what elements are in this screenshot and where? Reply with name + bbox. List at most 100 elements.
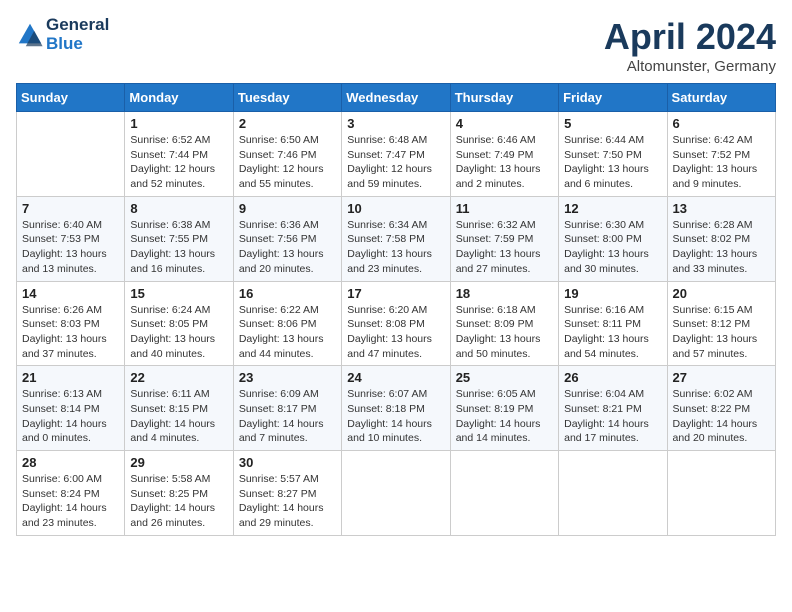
cell-info: Sunrise: 6:32 AM Sunset: 7:59 PM Dayligh… bbox=[456, 218, 553, 277]
day-number: 7 bbox=[22, 201, 119, 216]
cell-info: Sunrise: 6:18 AM Sunset: 8:09 PM Dayligh… bbox=[456, 303, 553, 362]
calendar-cell: 1Sunrise: 6:52 AM Sunset: 7:44 PM Daylig… bbox=[125, 112, 233, 197]
day-number: 29 bbox=[130, 455, 227, 470]
weekday-header-row: SundayMondayTuesdayWednesdayThursdayFrid… bbox=[17, 84, 776, 112]
cell-info: Sunrise: 6:34 AM Sunset: 7:58 PM Dayligh… bbox=[347, 218, 444, 277]
day-number: 9 bbox=[239, 201, 336, 216]
cell-info: Sunrise: 6:15 AM Sunset: 8:12 PM Dayligh… bbox=[673, 303, 770, 362]
cell-info: Sunrise: 6:30 AM Sunset: 8:00 PM Dayligh… bbox=[564, 218, 661, 277]
cell-info: Sunrise: 6:24 AM Sunset: 8:05 PM Dayligh… bbox=[130, 303, 227, 362]
logo: General Blue bbox=[16, 16, 109, 53]
day-number: 26 bbox=[564, 370, 661, 385]
day-number: 10 bbox=[347, 201, 444, 216]
cell-info: Sunrise: 5:58 AM Sunset: 8:25 PM Dayligh… bbox=[130, 472, 227, 531]
calendar-cell bbox=[667, 451, 775, 536]
day-number: 28 bbox=[22, 455, 119, 470]
day-number: 12 bbox=[564, 201, 661, 216]
day-number: 16 bbox=[239, 286, 336, 301]
cell-info: Sunrise: 6:48 AM Sunset: 7:47 PM Dayligh… bbox=[347, 133, 444, 192]
calendar-cell: 9 Sunrise: 6:36 AM Sunset: 7:56 PM Daylig… bbox=[233, 196, 341, 281]
day-number: 11 bbox=[456, 201, 553, 216]
cell-info: Sunrise: 6:05 AM Sunset: 8:19 PM Dayligh… bbox=[456, 387, 553, 446]
weekday-header-tuesday: Tuesday bbox=[233, 84, 341, 112]
calendar-cell: 22 Sunrise: 6:11 AM Sunset: 8:15 PM Dayli… bbox=[125, 366, 233, 451]
month-title: April 2024 bbox=[604, 16, 776, 58]
calendar-cell bbox=[342, 451, 450, 536]
day-number: 17 bbox=[347, 286, 444, 301]
cell-info: Sunrise: 6:26 AM Sunset: 8:03 PM Dayligh… bbox=[22, 303, 119, 362]
calendar-cell bbox=[17, 112, 125, 197]
day-number: 18 bbox=[456, 286, 553, 301]
cell-info: Sunrise: 6:11 AM Sunset: 8:15 PM Dayligh… bbox=[130, 387, 227, 446]
calendar-cell: 12 Sunrise: 6:30 AM Sunset: 8:00 PM Dayli… bbox=[559, 196, 667, 281]
calendar-cell: 27 Sunrise: 6:02 AM Sunset: 8:22 PM Dayli… bbox=[667, 366, 775, 451]
calendar-cell: 18 Sunrise: 6:18 AM Sunset: 8:09 PM Dayli… bbox=[450, 281, 558, 366]
day-number: 30 bbox=[239, 455, 336, 470]
cell-info: Sunrise: 6:40 AM Sunset: 7:53 PM Dayligh… bbox=[22, 218, 119, 277]
day-number: 2 bbox=[239, 116, 336, 131]
calendar-cell: 16 Sunrise: 6:22 AM Sunset: 8:06 PM Dayli… bbox=[233, 281, 341, 366]
calendar-cell: 3 Sunrise: 6:48 AM Sunset: 7:47 PM Daylig… bbox=[342, 112, 450, 197]
day-number: 23 bbox=[239, 370, 336, 385]
weekday-header-thursday: Thursday bbox=[450, 84, 558, 112]
weekday-header-wednesday: Wednesday bbox=[342, 84, 450, 112]
calendar-cell: 10 Sunrise: 6:34 AM Sunset: 7:58 PM Dayli… bbox=[342, 196, 450, 281]
cell-info: Sunrise: 6:44 AM Sunset: 7:50 PM Dayligh… bbox=[564, 133, 661, 192]
logo-text: General Blue bbox=[46, 16, 109, 53]
title-area: April 2024 Altomunster, Germany bbox=[604, 16, 776, 75]
calendar-cell: 6 Sunrise: 6:42 AM Sunset: 7:52 PM Daylig… bbox=[667, 112, 775, 197]
calendar-cell: 26 Sunrise: 6:04 AM Sunset: 8:21 PM Dayli… bbox=[559, 366, 667, 451]
weekday-header-saturday: Saturday bbox=[667, 84, 775, 112]
cell-info: Sunrise: 6:36 AM Sunset: 7:56 PM Dayligh… bbox=[239, 218, 336, 277]
calendar-cell: 13 Sunrise: 6:28 AM Sunset: 8:02 PM Dayli… bbox=[667, 196, 775, 281]
cell-info: Sunrise: 6:04 AM Sunset: 8:21 PM Dayligh… bbox=[564, 387, 661, 446]
weekday-header-monday: Monday bbox=[125, 84, 233, 112]
calendar-cell: 8 Sunrise: 6:38 AM Sunset: 7:55 PM Daylig… bbox=[125, 196, 233, 281]
week-row-5: 28 Sunrise: 6:00 AM Sunset: 8:24 PM Dayli… bbox=[17, 451, 776, 536]
calendar-cell: 20Sunrise: 6:15 AM Sunset: 8:12 PM Dayli… bbox=[667, 281, 775, 366]
cell-info: Sunrise: 6:00 AM Sunset: 8:24 PM Dayligh… bbox=[22, 472, 119, 531]
cell-info: Sunrise: 6:50 AM Sunset: 7:46 PM Dayligh… bbox=[239, 133, 336, 192]
cell-info: Sunrise: 6:46 AM Sunset: 7:49 PM Dayligh… bbox=[456, 133, 553, 192]
cell-info: Sunrise: 6:22 AM Sunset: 8:06 PM Dayligh… bbox=[239, 303, 336, 362]
calendar-cell: 5 Sunrise: 6:44 AM Sunset: 7:50 PM Daylig… bbox=[559, 112, 667, 197]
day-number: 15 bbox=[130, 286, 227, 301]
day-number: 5 bbox=[564, 116, 661, 131]
day-number: 13 bbox=[673, 201, 770, 216]
calendar-table: SundayMondayTuesdayWednesdayThursdayFrid… bbox=[16, 83, 776, 536]
cell-info: Sunrise: 6:28 AM Sunset: 8:02 PM Dayligh… bbox=[673, 218, 770, 277]
calendar-cell: 24 Sunrise: 6:07 AM Sunset: 8:18 PM Dayli… bbox=[342, 366, 450, 451]
calendar-cell: 14 Sunrise: 6:26 AM Sunset: 8:03 PM Dayli… bbox=[17, 281, 125, 366]
calendar-cell: 28 Sunrise: 6:00 AM Sunset: 8:24 PM Dayli… bbox=[17, 451, 125, 536]
cell-info: Sunrise: 6:13 AM Sunset: 8:14 PM Dayligh… bbox=[22, 387, 119, 446]
day-number: 6 bbox=[673, 116, 770, 131]
cell-info: Sunrise: 6:07 AM Sunset: 8:18 PM Dayligh… bbox=[347, 387, 444, 446]
week-row-1: 1Sunrise: 6:52 AM Sunset: 7:44 PM Daylig… bbox=[17, 112, 776, 197]
day-number: 1 bbox=[130, 116, 227, 131]
calendar-cell: 29 Sunrise: 5:58 AM Sunset: 8:25 PM Dayli… bbox=[125, 451, 233, 536]
cell-info: Sunrise: 6:38 AM Sunset: 7:55 PM Dayligh… bbox=[130, 218, 227, 277]
day-number: 24 bbox=[347, 370, 444, 385]
calendar-cell: 25 Sunrise: 6:05 AM Sunset: 8:19 PM Dayli… bbox=[450, 366, 558, 451]
week-row-2: 7 Sunrise: 6:40 AM Sunset: 7:53 PM Daylig… bbox=[17, 196, 776, 281]
weekday-header-friday: Friday bbox=[559, 84, 667, 112]
day-number: 22 bbox=[130, 370, 227, 385]
cell-info: Sunrise: 6:16 AM Sunset: 8:11 PM Dayligh… bbox=[564, 303, 661, 362]
day-number: 8 bbox=[130, 201, 227, 216]
calendar-cell: 7 Sunrise: 6:40 AM Sunset: 7:53 PM Daylig… bbox=[17, 196, 125, 281]
calendar-cell: 21Sunrise: 6:13 AM Sunset: 8:14 PM Dayli… bbox=[17, 366, 125, 451]
page-header: General Blue April 2024 Altomunster, Ger… bbox=[16, 16, 776, 75]
calendar-cell: 4Sunrise: 6:46 AM Sunset: 7:49 PM Daylig… bbox=[450, 112, 558, 197]
calendar-cell bbox=[450, 451, 558, 536]
cell-info: Sunrise: 5:57 AM Sunset: 8:27 PM Dayligh… bbox=[239, 472, 336, 531]
calendar-cell: 23Sunrise: 6:09 AM Sunset: 8:17 PM Dayli… bbox=[233, 366, 341, 451]
cell-info: Sunrise: 6:02 AM Sunset: 8:22 PM Dayligh… bbox=[673, 387, 770, 446]
calendar-cell: 30 Sunrise: 5:57 AM Sunset: 8:27 PM Dayli… bbox=[233, 451, 341, 536]
day-number: 27 bbox=[673, 370, 770, 385]
cell-info: Sunrise: 6:42 AM Sunset: 7:52 PM Dayligh… bbox=[673, 133, 770, 192]
day-number: 14 bbox=[22, 286, 119, 301]
logo-icon bbox=[16, 21, 44, 49]
day-number: 25 bbox=[456, 370, 553, 385]
week-row-3: 14 Sunrise: 6:26 AM Sunset: 8:03 PM Dayli… bbox=[17, 281, 776, 366]
day-number: 3 bbox=[347, 116, 444, 131]
